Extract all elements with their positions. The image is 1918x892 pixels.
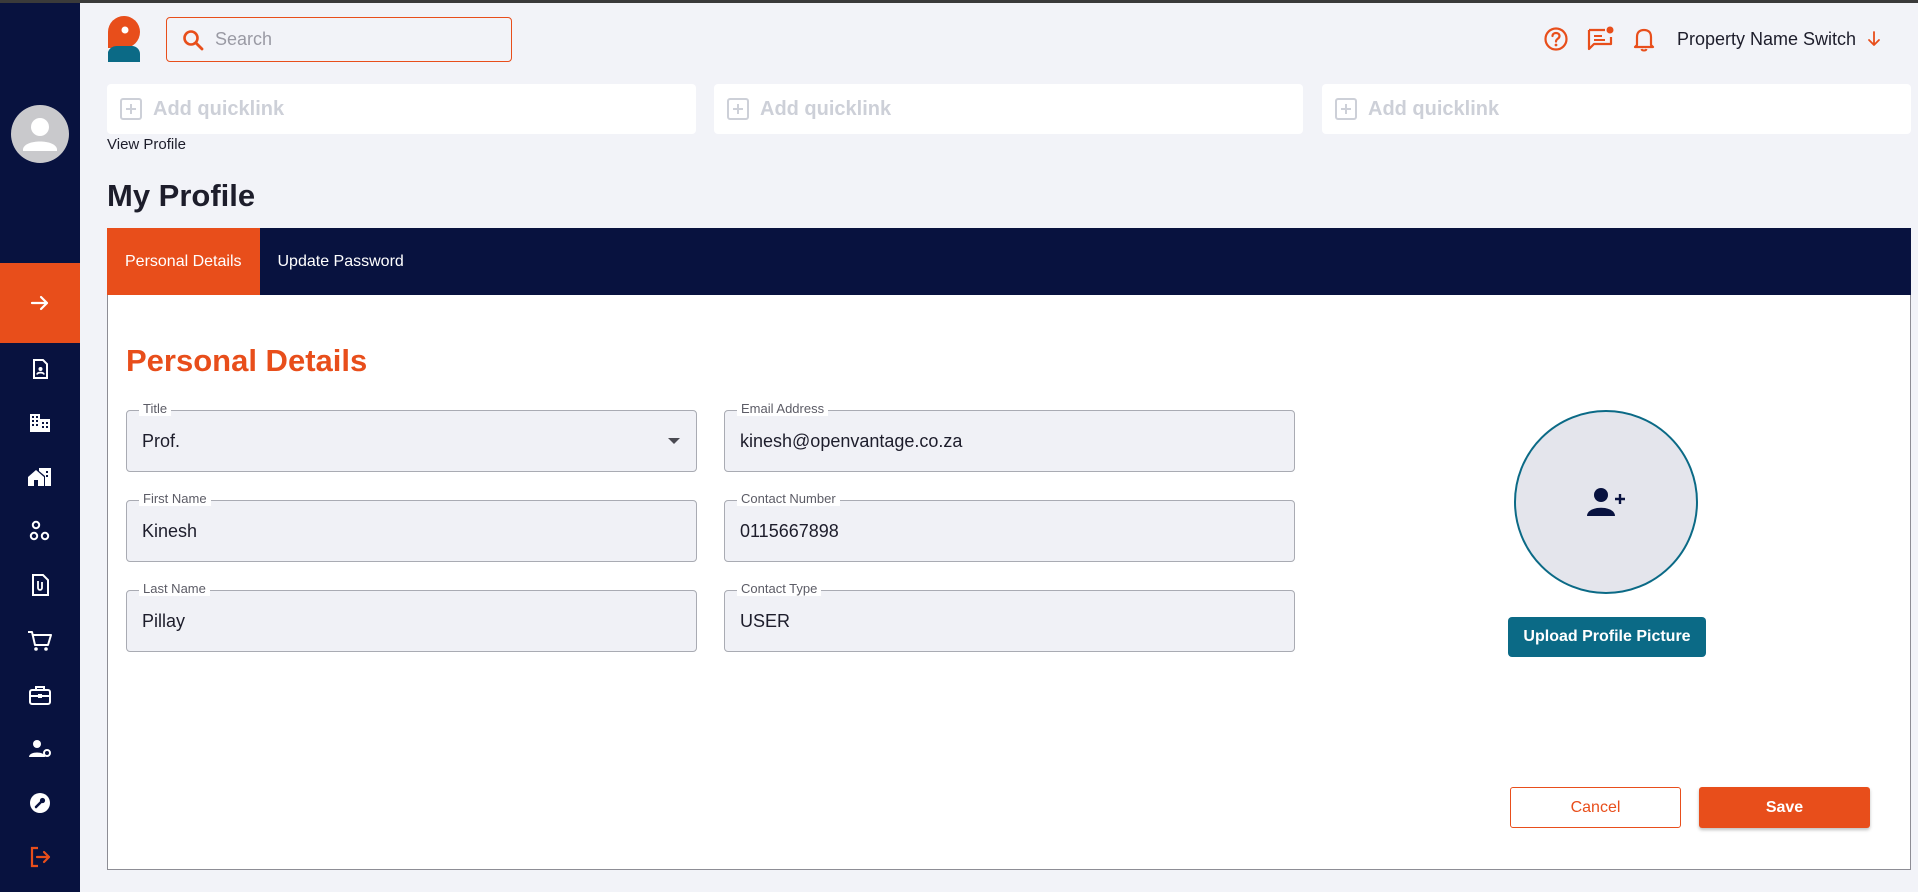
search-input[interactable] xyxy=(215,29,495,50)
sidebar-item-contacts[interactable] xyxy=(20,349,60,389)
property-icon xyxy=(28,468,51,486)
sidebar xyxy=(0,3,80,892)
sidebar-item-user-management[interactable] xyxy=(20,729,60,769)
header-actions: Property Name Switch xyxy=(1541,22,1882,56)
profile-tabs: Personal Details Update Password xyxy=(107,228,1911,295)
page-title: My Profile xyxy=(107,178,256,213)
sidebar-item-attachments[interactable] xyxy=(20,565,60,605)
caret-down-icon xyxy=(668,438,680,444)
title-label: Title xyxy=(139,402,172,416)
email-field[interactable]: Email Address kinesh@openvantage.co.za xyxy=(724,402,1295,472)
sidebar-item-logout[interactable] xyxy=(20,837,60,877)
quicklink-label: Add quicklink xyxy=(153,97,285,120)
email-value: kinesh@openvantage.co.za xyxy=(740,431,963,451)
upload-profile-picture-button[interactable]: Upload Profile Picture xyxy=(1508,617,1706,657)
bell-icon[interactable] xyxy=(1629,24,1659,54)
quicklink-label: Add quicklink xyxy=(1368,97,1500,120)
arrow-down-icon xyxy=(1868,31,1880,46)
add-quicklink-3[interactable]: Add quicklink xyxy=(1322,84,1911,134)
chat-notification-icon[interactable] xyxy=(1585,24,1615,54)
briefcase-icon xyxy=(29,686,51,705)
help-circle-icon[interactable] xyxy=(1541,24,1571,54)
contact-type-field[interactable]: Contact Type USER xyxy=(724,582,1295,652)
sidebar-item-properties[interactable] xyxy=(20,457,60,497)
property-switch-label: Property Name Switch xyxy=(1676,28,1856,49)
building-icon xyxy=(30,414,50,432)
tab-update-password[interactable]: Update Password xyxy=(260,228,422,295)
last-name-field[interactable]: Last Name Pillay xyxy=(126,582,697,652)
sidebar-item-shop[interactable] xyxy=(20,621,60,661)
plus-square-icon xyxy=(120,98,142,120)
title-select[interactable]: Title Prof. xyxy=(126,402,697,472)
save-button[interactable]: Save xyxy=(1699,787,1870,828)
wrench-icon xyxy=(30,793,50,813)
user-settings-icon xyxy=(29,740,51,757)
arrow-right-icon xyxy=(30,295,49,311)
sidebar-item-hierarchy[interactable] xyxy=(20,511,60,551)
first-name-field[interactable]: First Name Kinesh xyxy=(126,492,697,562)
plus-square-icon xyxy=(727,98,749,120)
quicklink-label: Add quicklink xyxy=(760,97,892,120)
first-name-value: Kinesh xyxy=(142,521,198,541)
section-title: Personal Details xyxy=(126,343,368,378)
cancel-button[interactable]: Cancel xyxy=(1510,787,1681,828)
contact-number-field[interactable]: Contact Number 0115667898 xyxy=(724,492,1295,562)
email-label: Email Address xyxy=(737,402,829,416)
contact-type-label: Contact Type xyxy=(737,582,822,596)
contact-type-value: USER xyxy=(740,611,791,631)
cart-icon xyxy=(28,631,52,651)
attachment-file-icon xyxy=(32,574,49,596)
property-switch-dropdown[interactable]: Property Name Switch xyxy=(1677,29,1882,50)
contact-number-label: Contact Number xyxy=(737,492,840,506)
add-user-icon xyxy=(1587,488,1625,516)
last-name-label: Last Name xyxy=(139,582,210,596)
user-avatar-icon[interactable] xyxy=(11,105,69,163)
sidebar-item-services[interactable] xyxy=(20,675,60,715)
tab-personal-details[interactable]: Personal Details xyxy=(107,228,260,295)
personal-details-panel: Personal Details Title Prof. First Name … xyxy=(107,295,1911,870)
contact-card-icon xyxy=(33,359,48,379)
profile-picture-placeholder[interactable] xyxy=(1514,410,1698,594)
window-top-border xyxy=(0,0,1918,3)
hierarchy-icon xyxy=(29,520,50,541)
add-quicklink-2[interactable]: Add quicklink xyxy=(714,84,1303,134)
sidebar-expand-button[interactable] xyxy=(0,263,80,343)
sidebar-item-maintenance[interactable] xyxy=(20,783,60,823)
breadcrumb[interactable]: View Profile xyxy=(107,136,186,153)
logout-icon xyxy=(30,846,51,868)
add-quicklink-1[interactable]: Add quicklink xyxy=(107,84,696,134)
first-name-label: First Name xyxy=(139,492,211,506)
plus-square-icon xyxy=(1335,98,1357,120)
sidebar-item-buildings[interactable] xyxy=(20,403,60,443)
last-name-value: Pillay xyxy=(142,611,186,631)
app-logo[interactable] xyxy=(106,16,142,62)
title-value: Prof. xyxy=(142,431,181,451)
search-box[interactable] xyxy=(166,17,512,62)
contact-number-value: 0115667898 xyxy=(740,521,839,541)
search-icon xyxy=(183,29,204,50)
